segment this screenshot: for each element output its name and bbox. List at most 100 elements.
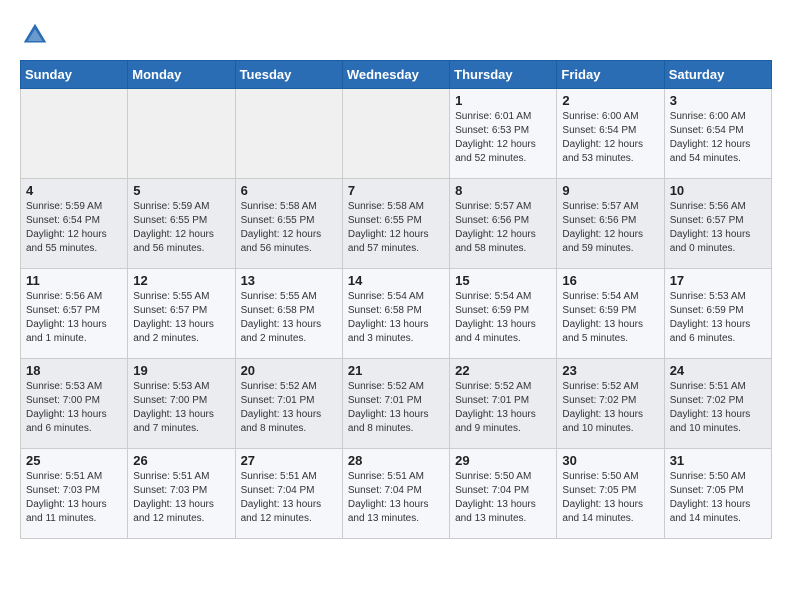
day-info: Sunrise: 5:51 AM Sunset: 7:04 PM Dayligh…: [348, 470, 444, 526]
calendar-cell: 4 Sunrise: 5:59 AM Sunset: 6:54 PM Daylig…: [21, 179, 128, 269]
day-info: Sunrise: 5:52 AM Sunset: 7:01 PM Dayligh…: [241, 380, 337, 436]
day-number: 2: [562, 93, 658, 108]
calendar-cell: 2 Sunrise: 6:00 AM Sunset: 6:54 PM Daylig…: [557, 89, 664, 179]
calendar-cell: [342, 89, 449, 179]
calendar-cell: 3 Sunrise: 6:00 AM Sunset: 6:54 PM Daylig…: [664, 89, 771, 179]
day-number: 26: [133, 453, 229, 468]
weekday-header-tuesday: Tuesday: [235, 61, 342, 89]
day-number: 3: [670, 93, 766, 108]
day-info: Sunrise: 5:56 AM Sunset: 6:57 PM Dayligh…: [26, 290, 122, 346]
day-info: Sunrise: 5:57 AM Sunset: 6:56 PM Dayligh…: [455, 200, 551, 256]
logo: [20, 20, 55, 50]
day-number: 7: [348, 183, 444, 198]
calendar-cell: 8 Sunrise: 5:57 AM Sunset: 6:56 PM Daylig…: [450, 179, 557, 269]
day-info: Sunrise: 5:58 AM Sunset: 6:55 PM Dayligh…: [348, 200, 444, 256]
calendar-cell: 5Sunrise: 5:59 AM Sunset: 6:55 PM Daylig…: [128, 179, 235, 269]
calendar-week-4: 18Sunrise: 5:53 AM Sunset: 7:00 PM Dayli…: [21, 359, 772, 449]
calendar-cell: 1 Sunrise: 6:01 AM Sunset: 6:53 PM Daylig…: [450, 89, 557, 179]
day-info: Sunrise: 5:52 AM Sunset: 7:01 PM Dayligh…: [348, 380, 444, 436]
day-number: 31: [670, 453, 766, 468]
calendar-week-2: 4 Sunrise: 5:59 AM Sunset: 6:54 PM Daylig…: [21, 179, 772, 269]
calendar-cell: 27Sunrise: 5:51 AM Sunset: 7:04 PM Dayli…: [235, 449, 342, 539]
day-info: Sunrise: 5:53 AM Sunset: 7:00 PM Dayligh…: [26, 380, 122, 436]
calendar-cell: 6 Sunrise: 5:58 AM Sunset: 6:55 PM Daylig…: [235, 179, 342, 269]
calendar-cell: 21 Sunrise: 5:52 AM Sunset: 7:01 PM Dayli…: [342, 359, 449, 449]
day-number: 10: [670, 183, 766, 198]
weekday-header-friday: Friday: [557, 61, 664, 89]
day-number: 12: [133, 273, 229, 288]
day-info: Sunrise: 5:54 AM Sunset: 6:59 PM Dayligh…: [562, 290, 658, 346]
calendar-cell: 22 Sunrise: 5:52 AM Sunset: 7:01 PM Dayli…: [450, 359, 557, 449]
day-info: Sunrise: 5:51 AM Sunset: 7:03 PM Dayligh…: [133, 470, 229, 526]
day-number: 20: [241, 363, 337, 378]
logo-icon: [20, 20, 50, 50]
calendar-cell: 25 Sunrise: 5:51 AM Sunset: 7:03 PM Dayli…: [21, 449, 128, 539]
day-number: 29: [455, 453, 551, 468]
day-info: Sunrise: 5:57 AM Sunset: 6:56 PM Dayligh…: [562, 200, 658, 256]
calendar-week-5: 25 Sunrise: 5:51 AM Sunset: 7:03 PM Dayli…: [21, 449, 772, 539]
day-info: Sunrise: 5:51 AM Sunset: 7:02 PM Dayligh…: [670, 380, 766, 436]
day-info: Sunrise: 5:56 AM Sunset: 6:57 PM Dayligh…: [670, 200, 766, 256]
day-number: 23: [562, 363, 658, 378]
calendar-cell: 7 Sunrise: 5:58 AM Sunset: 6:55 PM Daylig…: [342, 179, 449, 269]
day-info: Sunrise: 5:54 AM Sunset: 6:58 PM Dayligh…: [348, 290, 444, 346]
calendar-cell: 20 Sunrise: 5:52 AM Sunset: 7:01 PM Dayli…: [235, 359, 342, 449]
calendar-cell: 31Sunrise: 5:50 AM Sunset: 7:05 PM Dayli…: [664, 449, 771, 539]
calendar-cell: 26 Sunrise: 5:51 AM Sunset: 7:03 PM Dayli…: [128, 449, 235, 539]
weekday-header-thursday: Thursday: [450, 61, 557, 89]
page-header: [20, 20, 772, 50]
day-info: Sunrise: 5:53 AM Sunset: 6:59 PM Dayligh…: [670, 290, 766, 346]
day-info: Sunrise: 5:51 AM Sunset: 7:04 PM Dayligh…: [241, 470, 337, 526]
day-number: 8: [455, 183, 551, 198]
calendar-cell: 23 Sunrise: 5:52 AM Sunset: 7:02 PM Dayli…: [557, 359, 664, 449]
day-number: 9: [562, 183, 658, 198]
calendar-header: SundayMondayTuesdayWednesdayThursdayFrid…: [21, 61, 772, 89]
day-number: 19: [133, 363, 229, 378]
calendar-cell: 14Sunrise: 5:54 AM Sunset: 6:58 PM Dayli…: [342, 269, 449, 359]
calendar-cell: 11Sunrise: 5:56 AM Sunset: 6:57 PM Dayli…: [21, 269, 128, 359]
calendar-cell: 15 Sunrise: 5:54 AM Sunset: 6:59 PM Dayli…: [450, 269, 557, 359]
calendar-cell: 28 Sunrise: 5:51 AM Sunset: 7:04 PM Dayli…: [342, 449, 449, 539]
day-info: Sunrise: 5:55 AM Sunset: 6:57 PM Dayligh…: [133, 290, 229, 346]
day-number: 22: [455, 363, 551, 378]
weekday-header-sunday: Sunday: [21, 61, 128, 89]
calendar-cell: [128, 89, 235, 179]
day-info: Sunrise: 5:51 AM Sunset: 7:03 PM Dayligh…: [26, 470, 122, 526]
day-info: Sunrise: 6:00 AM Sunset: 6:54 PM Dayligh…: [670, 110, 766, 166]
calendar-cell: 18Sunrise: 5:53 AM Sunset: 7:00 PM Dayli…: [21, 359, 128, 449]
weekday-header-saturday: Saturday: [664, 61, 771, 89]
day-info: Sunrise: 5:50 AM Sunset: 7:05 PM Dayligh…: [562, 470, 658, 526]
calendar-week-3: 11Sunrise: 5:56 AM Sunset: 6:57 PM Dayli…: [21, 269, 772, 359]
day-number: 25: [26, 453, 122, 468]
day-number: 6: [241, 183, 337, 198]
day-number: 4: [26, 183, 122, 198]
calendar-cell: 24 Sunrise: 5:51 AM Sunset: 7:02 PM Dayli…: [664, 359, 771, 449]
day-number: 16: [562, 273, 658, 288]
calendar-cell: 17Sunrise: 5:53 AM Sunset: 6:59 PM Dayli…: [664, 269, 771, 359]
calendar-cell: [21, 89, 128, 179]
calendar-cell: 29Sunrise: 5:50 AM Sunset: 7:04 PM Dayli…: [450, 449, 557, 539]
day-number: 21: [348, 363, 444, 378]
day-info: Sunrise: 5:52 AM Sunset: 7:02 PM Dayligh…: [562, 380, 658, 436]
calendar-cell: 16 Sunrise: 5:54 AM Sunset: 6:59 PM Dayli…: [557, 269, 664, 359]
day-info: Sunrise: 5:53 AM Sunset: 7:00 PM Dayligh…: [133, 380, 229, 436]
calendar-cell: 10 Sunrise: 5:56 AM Sunset: 6:57 PM Dayli…: [664, 179, 771, 269]
day-info: Sunrise: 6:01 AM Sunset: 6:53 PM Dayligh…: [455, 110, 551, 166]
day-info: Sunrise: 5:59 AM Sunset: 6:54 PM Dayligh…: [26, 200, 122, 256]
day-number: 5: [133, 183, 229, 198]
day-number: 30: [562, 453, 658, 468]
weekday-header-monday: Monday: [128, 61, 235, 89]
day-info: Sunrise: 6:00 AM Sunset: 6:54 PM Dayligh…: [562, 110, 658, 166]
day-info: Sunrise: 5:52 AM Sunset: 7:01 PM Dayligh…: [455, 380, 551, 436]
day-number: 1: [455, 93, 551, 108]
day-number: 13: [241, 273, 337, 288]
day-info: Sunrise: 5:55 AM Sunset: 6:58 PM Dayligh…: [241, 290, 337, 346]
day-info: Sunrise: 5:54 AM Sunset: 6:59 PM Dayligh…: [455, 290, 551, 346]
day-number: 24: [670, 363, 766, 378]
day-info: Sunrise: 5:58 AM Sunset: 6:55 PM Dayligh…: [241, 200, 337, 256]
day-number: 28: [348, 453, 444, 468]
day-number: 15: [455, 273, 551, 288]
calendar-cell: 12 Sunrise: 5:55 AM Sunset: 6:57 PM Dayli…: [128, 269, 235, 359]
weekday-header-wednesday: Wednesday: [342, 61, 449, 89]
calendar-cell: [235, 89, 342, 179]
